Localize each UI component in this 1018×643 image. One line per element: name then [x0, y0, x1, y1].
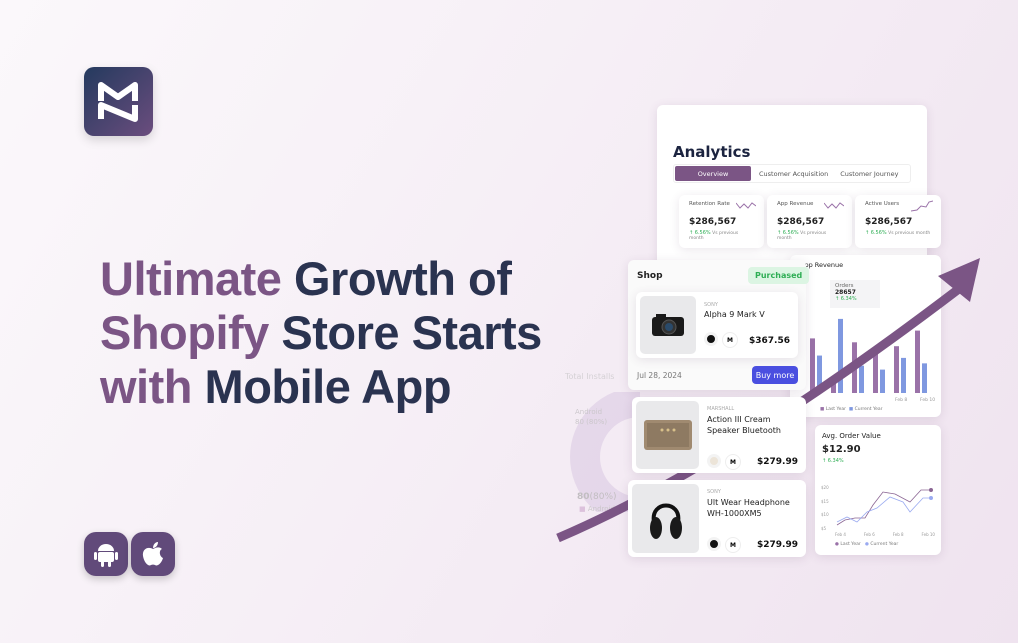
size-badge[interactable]: M [725, 537, 741, 553]
product-brand: SONY [704, 302, 718, 308]
tab-overview[interactable]: Overview [675, 166, 751, 181]
product-card[interactable]: SONY Ult Wear Headphone WH-1000XM5 M $27… [628, 480, 806, 557]
purchased-badge: Purchased [748, 267, 810, 284]
stat-change: ↑ 6.56% [865, 230, 887, 236]
headline-word: Store Starts [281, 306, 542, 359]
color-swatch[interactable] [707, 537, 721, 551]
shop-title: Shop [637, 271, 663, 281]
camera-image [640, 296, 696, 354]
product-brand: SONY [707, 489, 721, 495]
logo-mark-icon [98, 82, 138, 122]
color-swatch[interactable] [704, 332, 718, 346]
sparkline-icon [824, 202, 844, 209]
apple-icon [131, 532, 175, 576]
tab-customer-journey[interactable]: Customer Journey [840, 170, 898, 178]
headline-word: Shopify [100, 306, 269, 359]
headline-word: Ultimate [100, 252, 282, 305]
stat-value: $286,567 [689, 217, 737, 227]
size-badge[interactable]: M [722, 332, 738, 348]
shop-card: Shop Purchased SONY Alpha 9 Mark V M $36… [628, 260, 810, 390]
analytics-title: Analytics [673, 143, 751, 161]
tab-customer-acquisition[interactable]: Customer Acquisition [759, 170, 828, 178]
product-brand: MARSHALL [707, 406, 735, 412]
headline-word: Growth of [294, 252, 512, 305]
stat-note: Vs previous month [888, 231, 931, 236]
stat-value: $286,567 [777, 217, 825, 227]
headline-word: Mobile App [204, 360, 452, 413]
headline-word: with [100, 360, 192, 413]
speaker-image [636, 401, 699, 469]
color-swatch[interactable] [707, 454, 721, 468]
android-icon [84, 532, 128, 576]
product-price: $279.99 [757, 540, 798, 550]
product-card[interactable]: MARSHALL Action III Cream Speaker Blueto… [632, 397, 806, 473]
product-price: $279.99 [757, 457, 798, 467]
stat-value: $286,567 [865, 217, 913, 227]
sparkline-icon [736, 202, 756, 209]
product-card[interactable]: SONY Alpha 9 Mark V M $367.56 [636, 292, 798, 358]
headline: Ultimate Growth of Shopify Store Starts … [100, 252, 542, 414]
product-name: Alpha 9 Mark V [704, 310, 765, 319]
purchase-date: Jul 28, 2024 [637, 371, 682, 380]
product-price: $367.56 [749, 336, 790, 346]
product-name: Ult Wear Headphone WH-1000XM5 [707, 498, 790, 518]
buy-more-button[interactable]: Buy more [752, 366, 798, 384]
product-name: Action III Cream Speaker Bluetooth [707, 415, 781, 435]
analytics-tabs: Overview Customer Acquisition Customer J… [673, 164, 911, 183]
size-badge[interactable]: M [725, 454, 741, 470]
brand-logo [84, 67, 153, 136]
headphone-image [632, 484, 699, 553]
sparkline-icon [911, 200, 933, 212]
